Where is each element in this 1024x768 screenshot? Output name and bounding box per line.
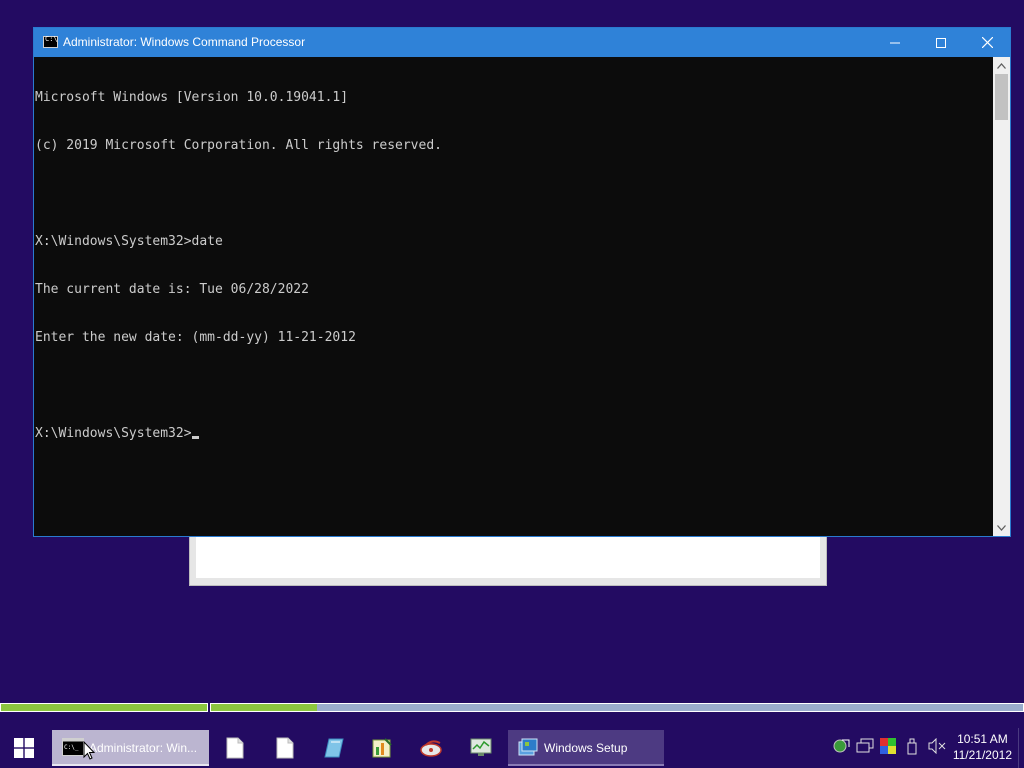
usb-icon <box>907 738 917 755</box>
close-icon <box>981 37 993 48</box>
document-taskbar-button[interactable] <box>273 736 297 760</box>
close-button[interactable] <box>964 28 1010 57</box>
console-line: Microsoft Windows [Version 10.0.19041.1] <box>35 90 349 105</box>
taskbar-clock[interactable]: 10:51 AM 11/21/2012 <box>953 731 1012 763</box>
console-line: (c) 2019 Microsoft Corporation. All righ… <box>35 138 442 153</box>
svg-text:C:\_: C:\_ <box>64 744 79 751</box>
taskbar-item-command-prompt[interactable]: C:\_ Administrator: Win... <box>52 730 209 766</box>
tray-color[interactable] <box>880 738 896 758</box>
monitor-icon <box>856 738 874 753</box>
scroll-down-button[interactable] <box>993 519 1010 536</box>
chevron-up-icon <box>997 62 1006 69</box>
command-prompt-window[interactable]: Administrator: Windows Command Processor… <box>33 27 1011 537</box>
window-title: Administrator: Windows Command Processor <box>63 35 306 49</box>
show-desktop-button[interactable] <box>1018 728 1024 768</box>
maximize-button[interactable] <box>918 28 964 57</box>
tray-volume[interactable] <box>928 737 946 758</box>
registry-editor-taskbar-button[interactable] <box>370 736 394 760</box>
notepad-taskbar-button[interactable] <box>223 736 247 760</box>
progress-fill-2 <box>211 704 317 711</box>
scroll-up-button[interactable] <box>993 57 1010 74</box>
tray-monitor[interactable] <box>856 738 874 758</box>
taskbar-item-label: Windows Setup <box>544 741 628 755</box>
progress-fill-1 <box>1 704 207 711</box>
tray-network[interactable] <box>832 738 850 758</box>
cmd-icon: C:\_ <box>62 738 84 756</box>
console-prompt: X:\Windows\System32> <box>35 426 192 441</box>
maximize-icon <box>936 37 946 48</box>
disk-taskbar-button[interactable] <box>420 736 444 760</box>
clock-date: 11/21/2012 <box>952 748 1012 762</box>
console-line: Enter the new date: (mm-dd-yy) 11-21-201… <box>35 330 356 345</box>
console-output[interactable]: Microsoft Windows [Version 10.0.19041.1]… <box>34 57 993 536</box>
start-button[interactable] <box>0 728 48 768</box>
notepad-icon <box>226 737 244 759</box>
taskbar: C:\_ Administrator: Win... Windows Setup… <box>0 728 1024 768</box>
taskbar-item-windows-setup[interactable]: Windows Setup <box>508 730 664 766</box>
task-manager-icon <box>470 738 492 756</box>
tray-usb[interactable] <box>906 738 918 759</box>
registry-editor-icon <box>372 738 392 758</box>
paint-taskbar-button[interactable] <box>322 736 346 760</box>
console-line: X:\Windows\System32>date <box>35 234 223 249</box>
clock-time: 10:51 AM <box>957 732 1008 746</box>
document-icon <box>276 737 294 759</box>
vertical-scrollbar[interactable] <box>993 57 1010 536</box>
minimize-icon <box>890 42 900 43</box>
cmd-app-icon <box>43 35 58 48</box>
windows-logo-icon <box>14 738 34 758</box>
network-icon <box>833 739 850 753</box>
paint-icon <box>324 738 344 758</box>
title-bar[interactable]: Administrator: Windows Command Processor <box>34 28 1010 57</box>
mouse-pointer-icon <box>83 741 95 760</box>
scroll-thumb[interactable] <box>995 74 1008 120</box>
task-manager-taskbar-button[interactable] <box>469 736 493 760</box>
disk-icon <box>420 740 442 757</box>
taskbar-item-label: Administrator: Win... <box>89 741 198 755</box>
volume-muted-icon <box>928 737 946 755</box>
color-icon <box>880 738 896 754</box>
chevron-down-icon <box>997 524 1006 531</box>
console-prompt-line[interactable]: X:\Windows\System32> <box>35 426 993 442</box>
windows-setup-icon <box>518 738 538 756</box>
setup-progress-bar-1 <box>0 703 208 712</box>
minimize-button[interactable] <box>872 28 918 57</box>
text-cursor <box>191 436 199 439</box>
setup-progress-bar-2 <box>210 703 1024 712</box>
console-line: The current date is: Tue 06/28/2022 <box>35 282 309 297</box>
